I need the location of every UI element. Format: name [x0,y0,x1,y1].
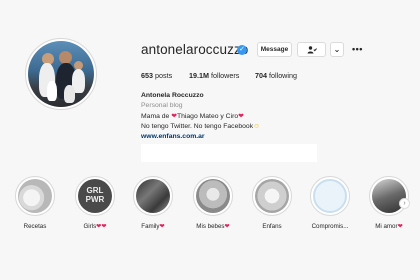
highlight-label: Mis bebes [196,223,225,230]
heart-icon: ❤ [397,223,403,230]
profile-bio: Antonela Roccuzzo Personal blog Mama de … [141,91,351,142]
avatar-photo [28,41,94,107]
highlight-girls[interactable]: GRL PWR Girls❤❤ [70,176,120,230]
heart-icon: ❤ [159,223,165,230]
highlight-cover [136,179,170,213]
heart-icon: ❤ [101,223,107,230]
posts-label: posts [155,71,173,80]
highlight-family[interactable]: Family❤ [128,176,178,230]
highlight-enfans[interactable]: Enfans [247,176,297,230]
highlight-ring [133,176,173,216]
highlight-label-row: Girls❤❤ [70,223,120,230]
heart-icon: ❤ [238,112,244,120]
highlight-ring [193,176,233,216]
highlight-cover: GRL PWR [78,179,112,213]
highlight-cover [313,179,347,213]
followers-label: followers [210,71,240,80]
highlight-label: Mi amor [375,223,398,230]
bio-website-link[interactable]: www.enfans.com.ar [141,132,351,142]
highlight-label: Recetas [23,223,47,230]
highlight-ring: GRL PWR [75,176,115,216]
chevron-down-icon: ⌄ [333,44,341,54]
highlight-compromiso[interactable]: Compromis... [305,176,355,230]
highlight-label-row: Mis bebes❤ [188,223,238,230]
highlight-label: Compromis... [311,223,349,230]
profile-category: Personal blog [141,102,183,110]
posts-count: 653 [141,71,153,80]
posts-stat: 653 posts [141,71,172,80]
highlight-label: Family [141,223,160,230]
heart-icon: ❤ [224,223,230,230]
highlight-cover [255,179,289,213]
highlight-ring [369,176,409,216]
highlight-recetas[interactable]: Recetas [10,176,60,230]
profile-username: antonelaroccuzzo [141,42,249,57]
profile-avatar[interactable] [25,38,97,110]
following-label: following [269,71,297,80]
following-count: 704 [255,71,267,80]
highlight-ring [310,176,350,216]
highlight-ring [15,176,55,216]
following-button[interactable] [297,42,326,57]
smiley-icon: ☺ [253,122,261,130]
suggestions-chevron-button[interactable]: ⌄ [330,42,344,57]
followers-stat[interactable]: 19.1M followers [189,71,239,80]
verified-badge-icon: ✓ [237,45,247,55]
bio-line-2-text: No tengo Twitter. No tengo Facebook [141,122,254,130]
followers-count: 19.1M [189,71,209,80]
bio-line-1-children: Thiago Mateo y Ciro [176,112,239,120]
following-stat[interactable]: 704 following [255,71,297,80]
highlight-cover [196,179,230,213]
highlight-ring [252,176,292,216]
bio-line-2: No tengo Twitter. No tengo Facebook☺ [141,122,351,132]
bio-line-1-prefix: Mama de [141,112,172,120]
highlight-label-row: Family❤ [128,223,178,230]
profile-full-name: Antonela Roccuzzo [141,92,204,99]
highlight-mis-bebes[interactable]: Mis bebes❤ [188,176,238,230]
highlight-cover [18,179,52,213]
message-button[interactable]: Message [257,42,292,57]
highlight-label: Enfans [262,223,282,230]
next-arrow-icon[interactable]: › [399,198,410,209]
person-check-icon [307,45,317,53]
blank-strip [141,144,317,162]
profile-page: antonelaroccuzzo ✓ Message ⌄ ••• 653 pos… [0,0,420,280]
bio-line-1: Mama de ❤Thiago Mateo y Ciro❤ [141,112,351,122]
highlight-label-row: Mi amor❤ [364,223,414,230]
highlight-label: Girls [83,223,97,230]
more-options-icon[interactable]: ••• [352,44,363,54]
